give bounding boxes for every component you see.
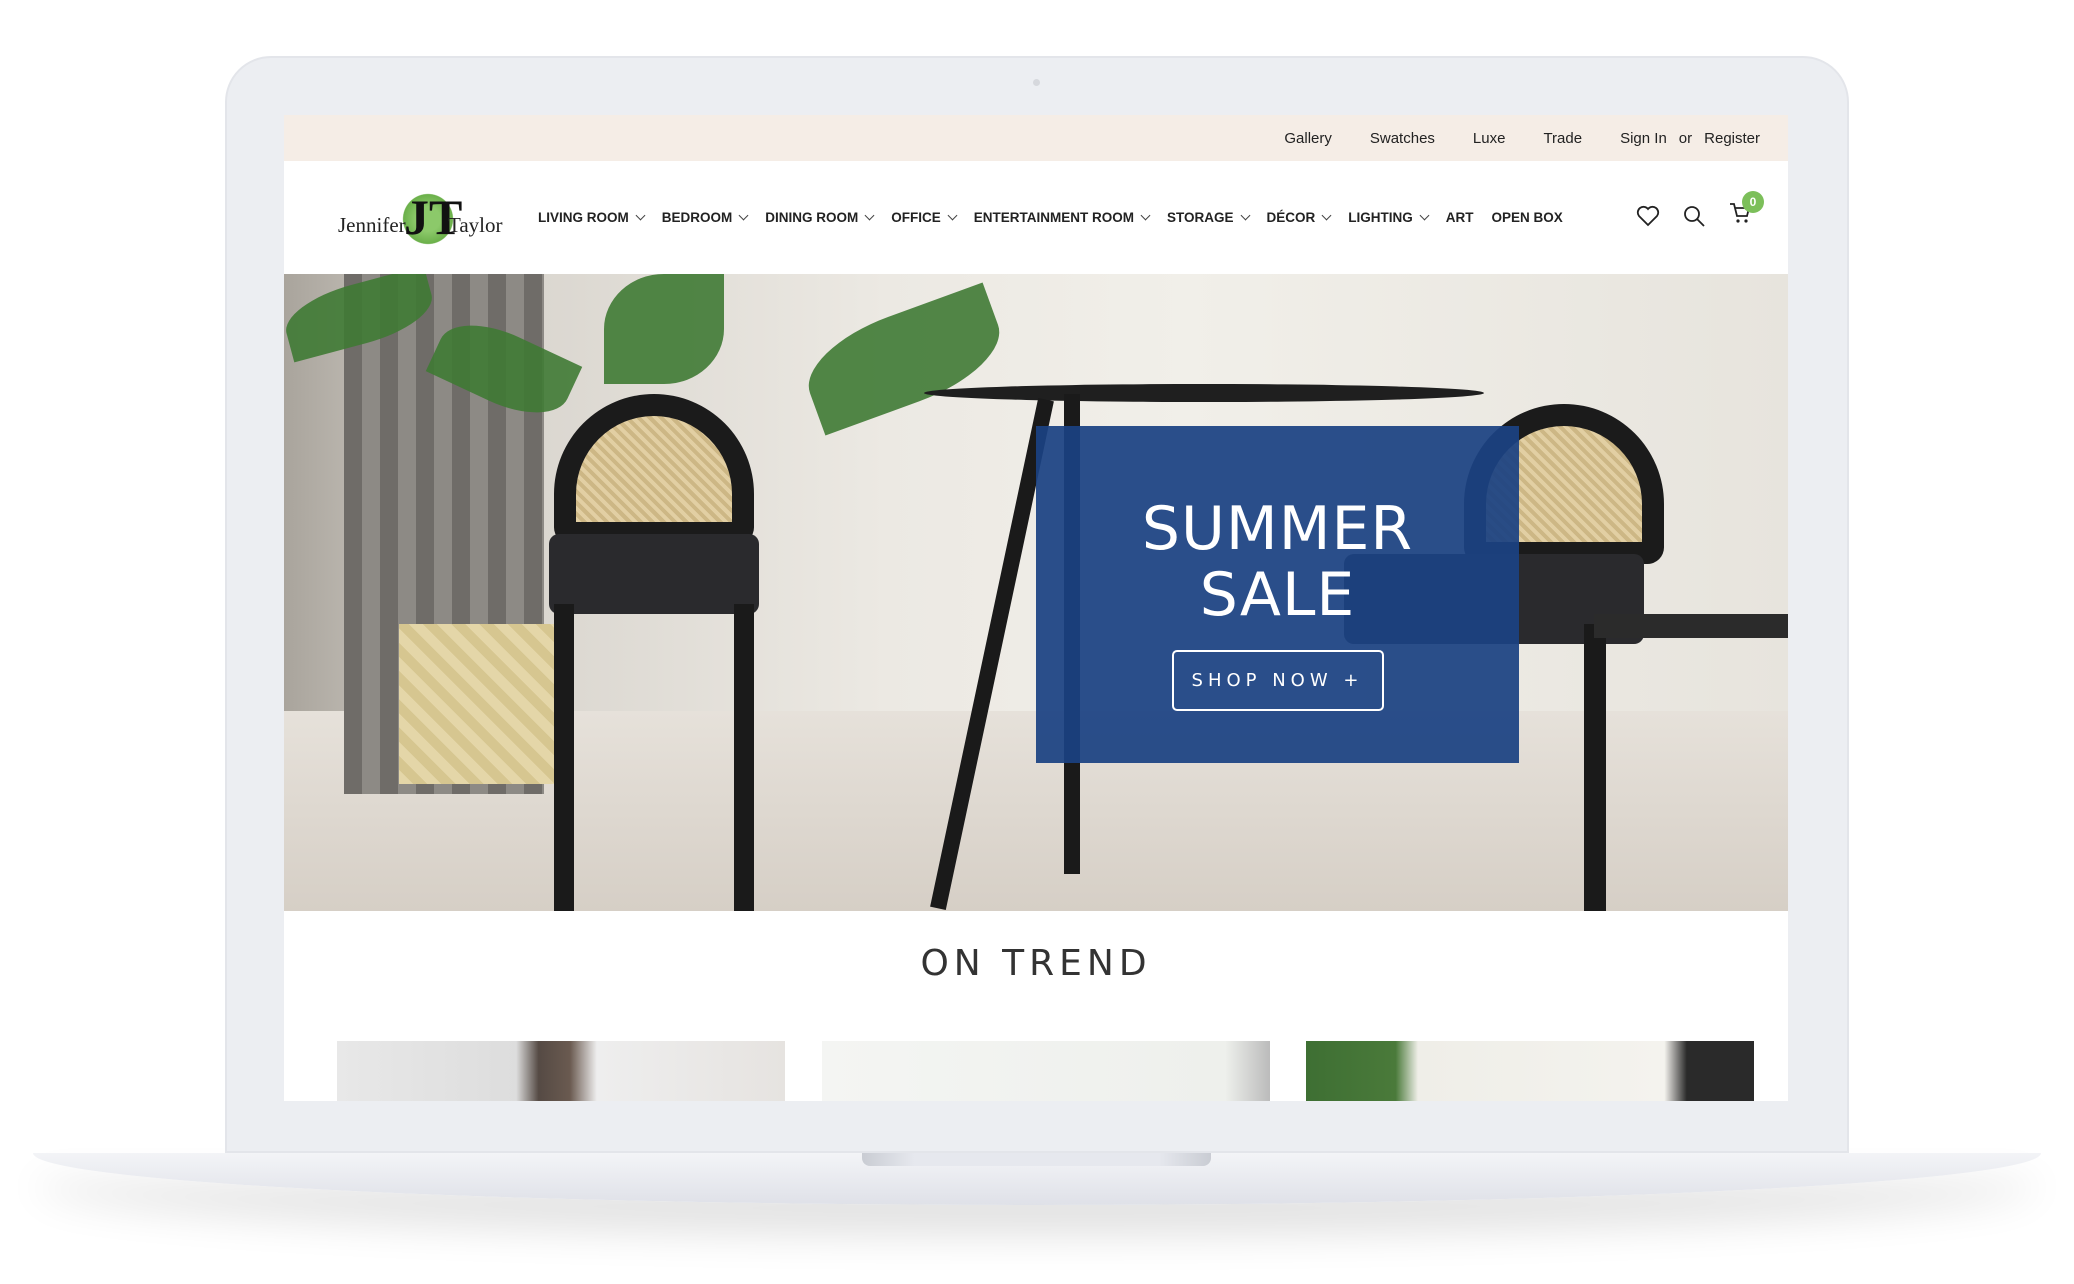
trade-link[interactable]: Trade	[1543, 130, 1582, 147]
hero-leg	[1584, 624, 1606, 911]
chevron-down-icon	[864, 210, 875, 221]
luxe-link[interactable]: Luxe	[1473, 130, 1506, 147]
camera	[1033, 79, 1040, 86]
nav-item-bedroom[interactable]: BEDROOM	[661, 210, 749, 225]
nav-item-label: STORAGE	[1167, 210, 1234, 225]
chevron-down-icon	[635, 210, 646, 221]
nav-item-dining-room[interactable]: DINING ROOM	[765, 210, 875, 225]
nav-item-art[interactable]: ART	[1446, 210, 1474, 225]
laptop-notch	[862, 1153, 1211, 1166]
chevron-down-icon	[1240, 210, 1250, 221]
nav-item-lighting[interactable]: LIGHTING	[1348, 210, 1430, 225]
logo[interactable]: Jennifer JT Taylor	[338, 183, 508, 253]
hero-plant	[794, 282, 1014, 436]
screen: Gallery Swatches Luxe Trade Sign In or R…	[284, 115, 1788, 1101]
promo-title-line2: SALE	[1199, 560, 1356, 630]
nav-menu: LIVING ROOM BEDROOM DINING ROOM OFFICE ENTER…	[538, 210, 1581, 225]
nav-item-label: OPEN BOX	[1491, 210, 1563, 225]
nav-item-label: LIGHTING	[1348, 210, 1413, 225]
sign-in-link[interactable]: Sign In	[1620, 130, 1667, 147]
nav-item-entertainment-room[interactable]: ENTERTAINMENT ROOM	[973, 210, 1151, 225]
hero-table	[924, 384, 1484, 402]
logo-right: Taylor	[448, 212, 503, 237]
top-bar: Gallery Swatches Luxe Trade Sign In or R…	[284, 115, 1788, 161]
logo-left: Jennifer	[338, 212, 406, 237]
hero-leg	[554, 604, 574, 911]
nav-item-storage[interactable]: STORAGE	[1167, 210, 1250, 225]
nav-item-décor[interactable]: DÉCOR	[1266, 210, 1332, 225]
header-icons: 0	[1636, 191, 1764, 230]
nav-item-label: LIVING ROOM	[538, 210, 629, 225]
nav-item-label: ART	[1445, 210, 1474, 225]
nav-item-label: ENTERTAINMENT ROOM	[973, 210, 1134, 225]
promo-title-line1: SUMMER	[1141, 494, 1414, 564]
cart-count-badge: 0	[1742, 191, 1764, 213]
hero-chair-seat	[549, 534, 759, 614]
promo-panel: SUMMER SALE SHOP NOW +	[1036, 426, 1519, 763]
nav-item-label: BEDROOM	[661, 210, 733, 225]
chevron-down-icon	[1140, 210, 1151, 221]
hero-leg	[734, 604, 754, 911]
swatches-link[interactable]: Swatches	[1370, 130, 1435, 147]
section-title: ON TREND	[920, 943, 1152, 984]
main-nav: Jennifer JT Taylor LIVING ROOM BEDROOM DIN…	[284, 161, 1788, 274]
or-text: or	[1678, 129, 1693, 147]
chevron-down-icon	[738, 210, 749, 221]
hero-banner: SUMMER SALE SHOP NOW +	[284, 274, 1788, 911]
hero-plant	[604, 274, 724, 384]
chevron-down-icon	[947, 210, 958, 221]
chevron-down-icon	[1419, 210, 1430, 221]
shop-now-button[interactable]: SHOP NOW +	[1171, 650, 1384, 711]
search-icon[interactable]	[1682, 204, 1706, 228]
nav-item-living-room[interactable]: LIVING ROOM	[538, 210, 646, 225]
nav-item-label: DÉCOR	[1266, 210, 1316, 225]
gallery-link[interactable]: Gallery	[1284, 130, 1332, 147]
register-link[interactable]: Register	[1704, 130, 1760, 147]
hero-shelf	[1594, 614, 1788, 638]
nav-item-open-box[interactable]: OPEN BOX	[1492, 210, 1563, 225]
cart-button[interactable]: 0	[1728, 191, 1764, 230]
chevron-down-icon	[1321, 210, 1332, 221]
nav-item-label: OFFICE	[891, 210, 941, 225]
product-thumbnail[interactable]	[822, 1041, 1270, 1101]
hero-chair	[554, 394, 754, 544]
hero-cube	[399, 624, 564, 784]
product-thumbnail[interactable]	[1306, 1041, 1754, 1101]
product-thumbnail[interactable]	[337, 1041, 785, 1101]
nav-item-label: DINING ROOM	[765, 210, 859, 225]
heart-icon[interactable]	[1636, 205, 1660, 227]
nav-item-office[interactable]: OFFICE	[891, 210, 958, 225]
